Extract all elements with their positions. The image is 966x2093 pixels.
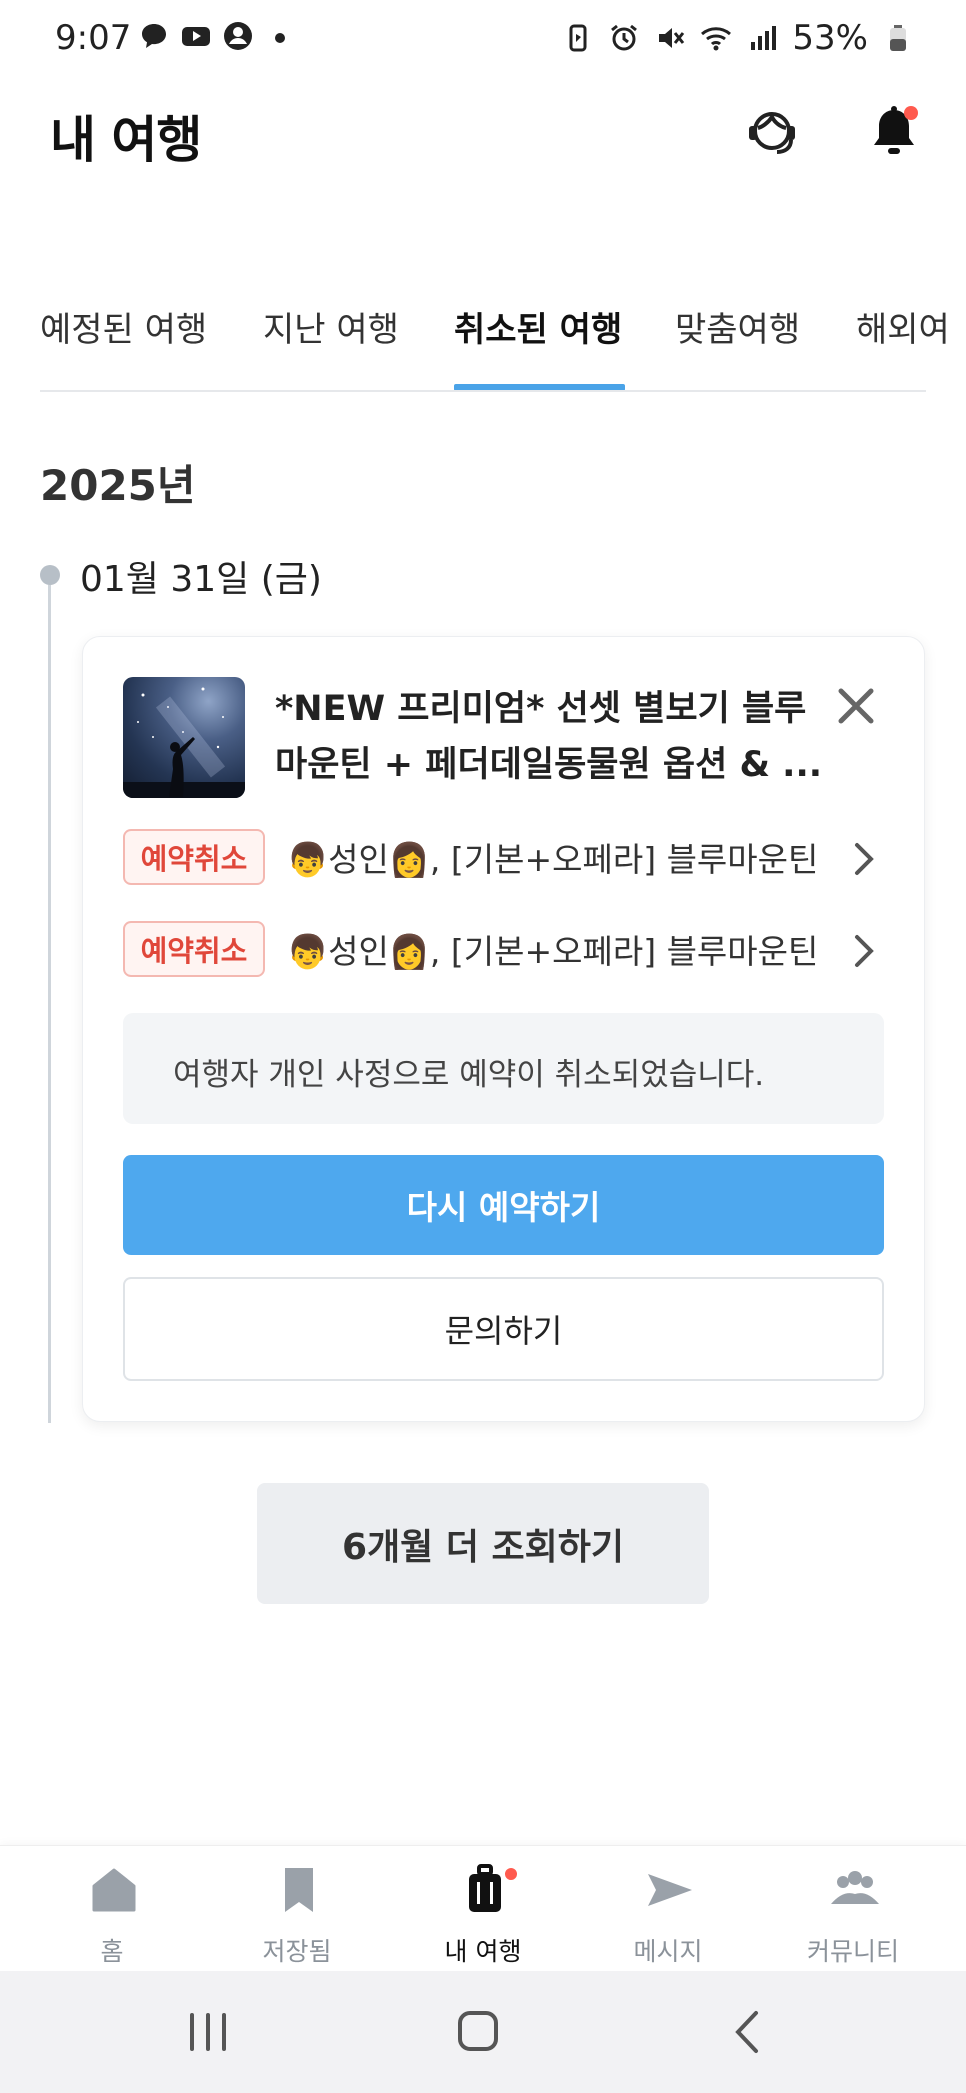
bookmark-icon [285,1868,313,1912]
rebook-button[interactable]: 다시 예약하기 [123,1155,884,1255]
chevron-right-icon [855,935,874,967]
status-right: 53% [562,18,914,58]
option-description: 👦성인👩, [기본+오페라] 블루마운틴 [287,932,819,971]
inquiry-button[interactable]: 문의하기 [123,1277,884,1381]
battery-icon [890,25,906,51]
nav-community[interactable]: 커뮤니티 [783,1846,923,1972]
status-time: 9:07 [55,18,132,58]
booking-option-row[interactable]: 예약취소 👦성인👩, [기본+오페라] 블루마운틴 [123,827,893,887]
product-title[interactable]: *NEW 프리미엄* 선셋 별보기 블루 마운틴 + 페더데일동물원 옵션 & … [275,681,835,793]
timeline-dot [40,565,60,585]
tab-cancelled-trips[interactable]: 취소된 여행 [454,302,622,351]
mute-icon [659,28,685,48]
wifi-icon [701,27,732,51]
account-icon [224,22,252,50]
nav-community-label: 커뮤니티 [806,1937,899,1966]
notification-dot [904,106,918,120]
back-icon[interactable] [718,2005,778,2059]
youtube-icon [182,27,210,46]
signal-icon [751,26,777,50]
booking-option-row[interactable]: 예약취소 👦성인👩, [기본+오페라] 블루마운틴 [123,919,893,979]
nav-home-label: 홈 [100,1937,124,1966]
tab-past-trips[interactable]: 지난 여행 [263,302,399,351]
load-more-button[interactable]: 6개월 더 조회하기 [257,1483,709,1604]
tab-upcoming-trips[interactable]: 예정된 여행 [40,302,207,351]
battery-percent: 53% [792,18,868,58]
home-button-icon[interactable] [448,2005,508,2059]
cancellation-notice: 여행자 개인 사정으로 예약이 취소되었습니다. [123,1013,884,1124]
luggage-icon [469,1864,501,1912]
booking-date: 01월 31일 (금) [80,559,322,600]
timeline-line [48,585,51,1423]
talk-icon [142,24,166,48]
customer-support-button[interactable] [740,100,804,164]
nav-saved-label: 저장됨 [262,1937,332,1966]
status-bar: 9:07 53% [0,0,966,76]
send-icon [648,1874,692,1906]
notifications-button[interactable] [862,100,926,164]
chevron-right-icon [855,843,874,875]
tab-custom-trips[interactable]: 맞춤여행 [675,302,800,351]
product-thumbnail[interactable] [123,677,245,798]
cancel-status-badge: 예약취소 [123,829,265,885]
home-icon [92,1868,136,1912]
cancel-status-badge: 예약취소 [123,921,265,977]
nav-notification-dot [503,1866,519,1882]
community-icon [831,1871,879,1904]
stargazing-image [123,687,245,798]
nav-my-trips[interactable]: 내 여행 [413,1846,553,1972]
bottom-navigation: 홈 저장됨 내 여행 메시지 커뮤니티 [0,1845,966,1971]
headset-icon [749,112,795,154]
battery-saver-icon [569,24,587,52]
system-navigation-bar [0,1971,966,2093]
page-title: 내 여행 [50,111,202,169]
trip-tabs: 예정된 여행 지난 여행 취소된 여행 맞춤여행 해외여 [0,290,966,392]
cancelled-booking-card: *NEW 프리미엄* 선셋 별보기 블루 마운틴 + 페더데일동물원 옵션 & … [82,636,925,1422]
nav-home[interactable]: 홈 [42,1846,182,1972]
nav-messages-label: 메시지 [633,1937,703,1966]
option-description: 👦성인👩, [기본+오페라] 블루마운틴 [287,840,819,879]
status-left-icons [138,20,296,52]
tabs-divider [40,390,926,392]
nav-messages[interactable]: 메시지 [598,1846,738,1972]
nav-saved[interactable]: 저장됨 [227,1846,367,1972]
year-heading: 2025년 [40,461,196,510]
dot-icon [275,33,285,43]
tab-overseas-trips[interactable]: 해외여 [856,302,950,351]
alarm-icon [611,24,638,51]
close-icon[interactable] [831,681,881,731]
cancellation-reason: 여행자 개인 사정으로 예약이 취소되었습니다. [173,1057,765,1093]
nav-my-trips-label: 내 여행 [444,1937,522,1966]
recent-apps-icon[interactable] [178,2005,238,2059]
